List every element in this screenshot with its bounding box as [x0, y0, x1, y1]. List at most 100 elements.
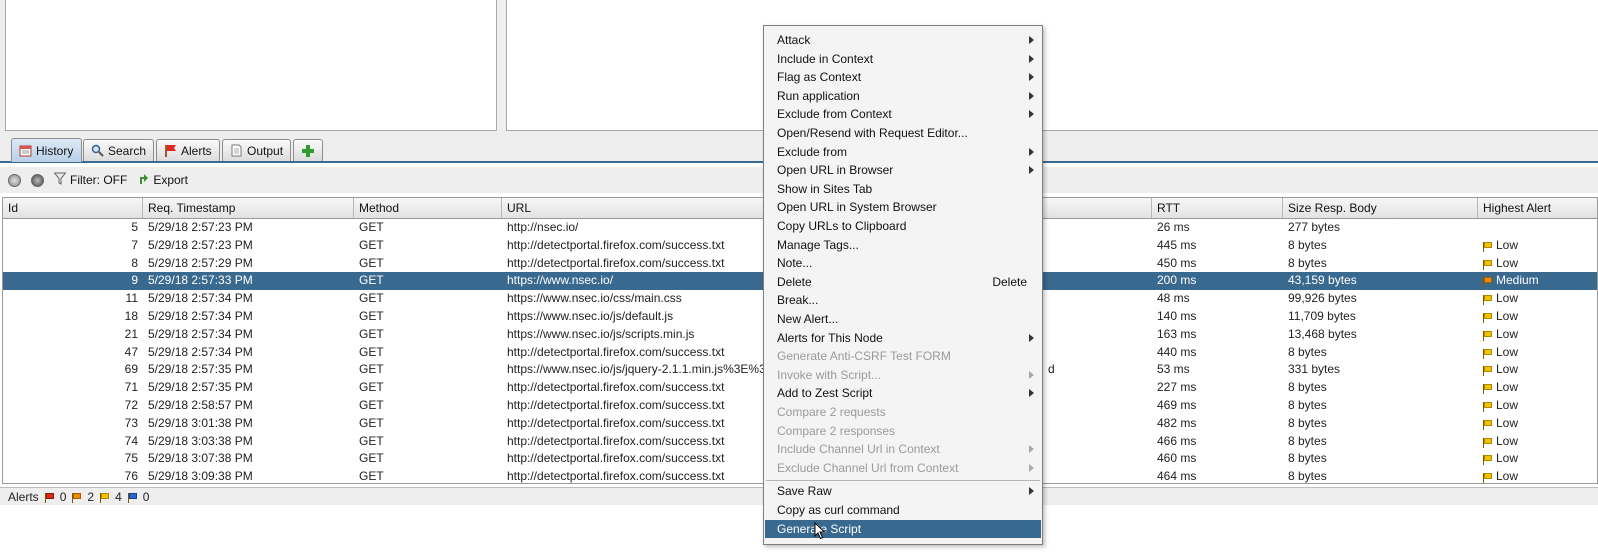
tab-label: Alerts — [181, 143, 212, 158]
menu-item-alerts-for-this-node[interactable]: Alerts for This Node — [765, 329, 1041, 348]
low-flag-icon — [1483, 348, 1492, 359]
scope-icon-button[interactable] — [29, 170, 46, 190]
cell-method: GET — [359, 291, 384, 306]
menu-item-note[interactable]: Note... — [765, 254, 1041, 273]
globe-icon — [31, 173, 44, 187]
tab-search[interactable]: Search — [83, 139, 154, 161]
cell-method: GET — [359, 469, 384, 484]
cell-size: 277 bytes — [1288, 220, 1341, 234]
column-header-timestamp[interactable]: Req. Timestamp — [143, 198, 354, 218]
filter-label: Filter: OFF — [70, 173, 128, 187]
cell-id: 18 — [124, 309, 138, 323]
cell-timestamp: 5/29/18 3:07:38 PM — [148, 451, 253, 466]
menu-item-label: Copy as curl command — [777, 503, 900, 517]
cell-rtt: 464 ms — [1157, 469, 1197, 484]
cell-method: GET — [359, 415, 384, 430]
low-flag-icon — [1483, 473, 1492, 483]
cell-alert: Low — [1478, 379, 1597, 397]
cell-size: 43,159 bytes — [1288, 273, 1357, 288]
alerts-footer-label: Alerts — [8, 489, 39, 504]
cell-timestamp: 5/29/18 3:09:38 PM — [148, 469, 253, 484]
export-button[interactable]: Export — [135, 170, 190, 190]
tab-label: Output — [247, 143, 284, 158]
cell-id: 5 — [131, 220, 138, 234]
cell-size: 8 bytes — [1288, 451, 1327, 466]
cell-alert: Low — [1478, 237, 1597, 255]
menu-item-label: Add to Zest Script — [777, 386, 873, 401]
cell-id: 74 — [124, 433, 138, 448]
tab-output[interactable]: Output — [222, 139, 291, 161]
medium-flag-icon — [72, 492, 82, 503]
filter-button[interactable]: Filter: OFF — [52, 170, 129, 190]
menu-item-add-to-zest-script[interactable]: Add to Zest Script — [765, 384, 1041, 403]
menu-item-delete[interactable]: Delete Delete — [765, 273, 1041, 292]
menu-item-label: Delete — [777, 274, 812, 289]
cell-timestamp: 5/29/18 2:57:34 PM — [148, 344, 253, 359]
low-flag-icon — [1483, 366, 1492, 377]
column-header-method[interactable]: Method — [354, 198, 502, 218]
menu-item-open-resend-with-request-editor[interactable]: Open/Resend with Request Editor... — [765, 124, 1041, 143]
cell-alert: Low — [1478, 433, 1597, 451]
menu-item-include-in-context[interactable]: Include in Context — [765, 50, 1041, 69]
menu-item-run-application[interactable]: Run application — [765, 87, 1041, 106]
low-flag-icon — [1483, 313, 1492, 323]
cell-url-overflow: d — [1048, 362, 1055, 377]
menu-item-label: Exclude from — [777, 144, 848, 159]
tab-history[interactable]: History — [11, 138, 82, 162]
cell-method: GET — [359, 273, 384, 288]
alert-level-text: Low — [1496, 291, 1519, 306]
menu-item-label: Show in Sites Tab — [777, 181, 873, 196]
menu-item-manage-tags[interactable]: Manage Tags... — [765, 236, 1041, 255]
cell-id: 71 — [124, 380, 138, 395]
sites-tree-pane[interactable] — [5, 0, 497, 131]
cell-id: 75 — [124, 451, 138, 466]
menu-item-copy-urls-to-clipboard[interactable]: Copy URLs to Clipboard — [765, 217, 1041, 236]
menu-item-flag-as-context[interactable]: Flag as Context — [765, 68, 1041, 87]
column-header-id[interactable]: Id — [3, 198, 143, 218]
menu-item-open-url-in-system-browser[interactable]: Open URL in System Browser — [765, 198, 1041, 217]
cell-timestamp: 5/29/18 2:57:23 PM — [148, 237, 253, 252]
cell-size: 8 bytes — [1288, 398, 1327, 412]
target-icon-button[interactable] — [6, 170, 23, 190]
request-response-pane[interactable] — [506, 0, 1598, 131]
column-header-rtt[interactable]: RTT — [1152, 198, 1283, 218]
menu-separator — [766, 480, 1040, 482]
menu-item-exclude-from[interactable]: Exclude from — [765, 143, 1041, 162]
cell-id: 47 — [124, 344, 138, 359]
cell-alert: Low — [1478, 361, 1597, 379]
menu-item-new-alert[interactable]: New Alert... — [765, 310, 1041, 329]
history-icon — [18, 144, 32, 158]
menu-item-break[interactable]: Break... — [765, 291, 1041, 310]
cell-id: 8 — [131, 255, 138, 270]
add-tab-button[interactable] — [293, 139, 323, 161]
alert-level-text: Low — [1496, 380, 1519, 395]
menu-item-copy-as-curl-command[interactable]: Copy as curl command — [765, 501, 1041, 520]
cell-id: 9 — [131, 273, 138, 288]
menu-item-label: Manage Tags... — [777, 237, 859, 252]
menu-item-save-raw[interactable]: Save Raw — [765, 482, 1041, 501]
tab-alerts[interactable]: Alerts — [156, 139, 220, 161]
menu-item-generate-script[interactable]: Generate Script — [765, 519, 1041, 539]
column-header-alert[interactable]: Highest Alert — [1478, 198, 1597, 218]
menu-item-show-in-sites-tab[interactable]: Show in Sites Tab — [765, 180, 1041, 199]
column-header-size[interactable]: Size Resp. Body — [1283, 198, 1478, 218]
high-count-value: 0 — [59, 489, 67, 504]
menu-item-exclude-from-context[interactable]: Exclude from Context — [765, 105, 1041, 124]
menu-item-attack[interactable]: Attack — [765, 31, 1041, 50]
alert-level-text: Low — [1496, 433, 1519, 448]
cell-alert: Low — [1478, 468, 1597, 483]
target-icon — [8, 173, 21, 187]
low-alert-count: 4 — [100, 490, 122, 504]
submenu-arrow-icon — [1029, 73, 1034, 82]
cell-timestamp: 5/29/18 2:57:34 PM — [148, 291, 253, 306]
menu-item-open-url-in-browser[interactable]: Open URL in Browser — [765, 161, 1041, 180]
cell-id: 73 — [124, 415, 138, 430]
cell-rtt: 200 ms — [1157, 273, 1197, 288]
cell-rtt: 140 ms — [1157, 309, 1197, 323]
cell-rtt: 469 ms — [1157, 398, 1197, 412]
menu-item-label: Compare 2 responses — [777, 423, 896, 438]
alert-level-text: Low — [1496, 255, 1519, 270]
cell-alert: Low — [1478, 326, 1597, 344]
cell-size: 11,709 bytes — [1288, 309, 1356, 323]
cell-timestamp: 5/29/18 2:57:23 PM — [148, 220, 253, 234]
